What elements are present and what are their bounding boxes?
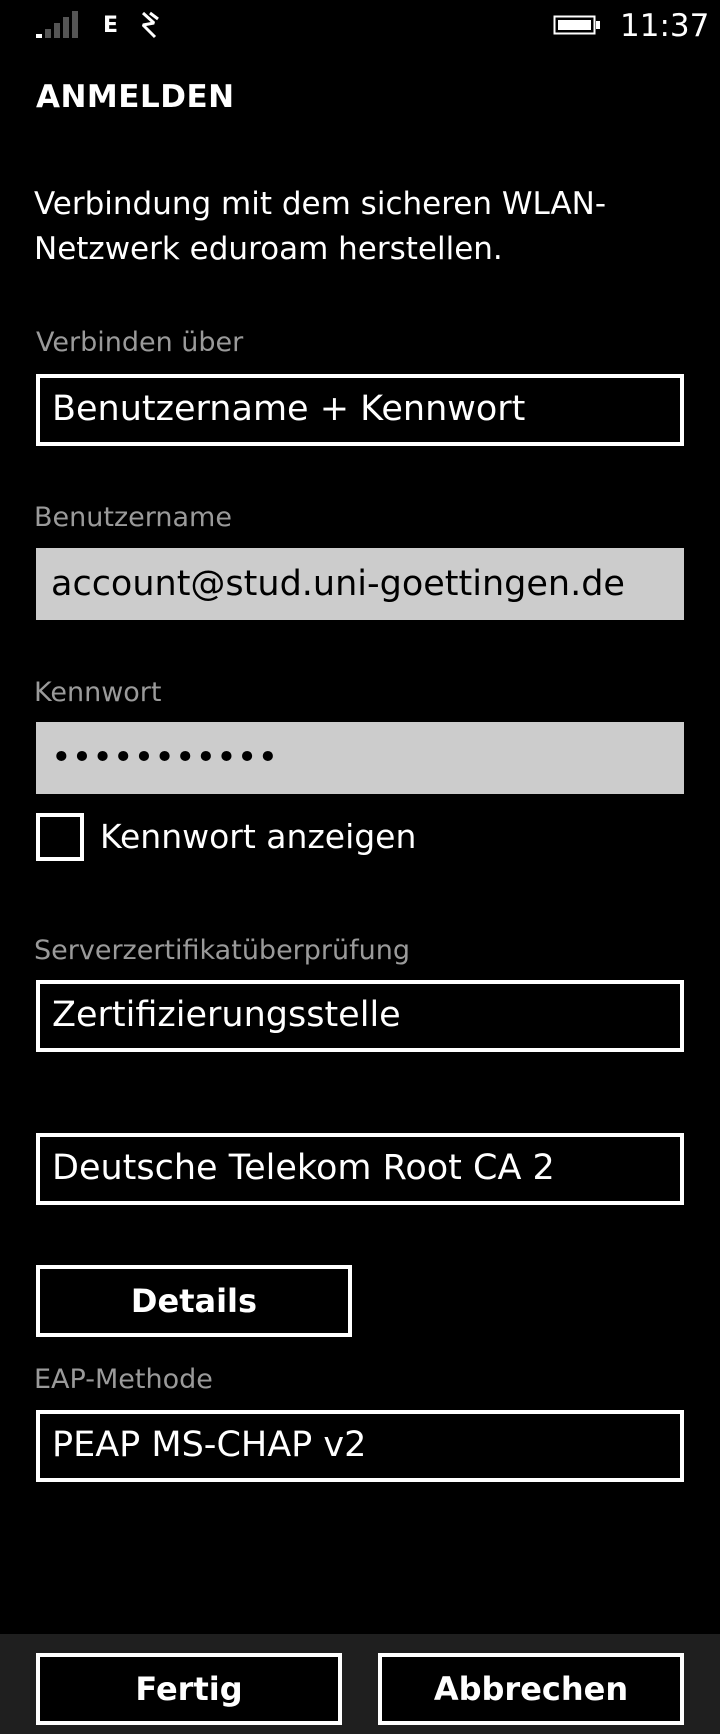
eap-method-value: PEAP MS-CHAP v2	[52, 1425, 367, 1465]
username-input[interactable]: account@stud.uni-goettingen.de	[36, 548, 684, 620]
clock: 11:37	[620, 8, 710, 44]
certificate-picker[interactable]: Deutsche Telekom Root CA 2	[36, 1133, 684, 1205]
show-password-checkbox[interactable]	[36, 813, 84, 861]
details-button[interactable]: Details	[36, 1265, 352, 1337]
page-description: Verbindung mit dem sicheren WLAN-Netzwer…	[34, 186, 607, 267]
eap-method-picker[interactable]: PEAP MS-CHAP v2	[36, 1410, 684, 1482]
status-bar: E 11:37	[0, 0, 720, 50]
eap-method-label: EAP-Methode	[34, 1364, 213, 1395]
server-cert-label: Serverzertifikatüberprüfung	[34, 935, 410, 966]
done-button[interactable]: Fertig	[36, 1653, 342, 1725]
certificate-value: Deutsche Telekom Root CA 2	[52, 1148, 555, 1188]
connect-via-picker[interactable]: Benutzername + Kennwort	[36, 374, 684, 446]
username-label: Benutzername	[34, 502, 232, 533]
wifi-calling-icon	[141, 11, 159, 39]
app-bar: Fertig Abbrechen	[0, 1634, 720, 1734]
password-input[interactable]: •••••••••••	[36, 722, 684, 794]
network-type: E	[103, 13, 119, 38]
battery-icon	[553, 15, 600, 35]
page-title: ANMELDEN	[36, 79, 235, 115]
password-label: Kennwort	[34, 677, 162, 708]
connect-via-label: Verbinden über	[36, 327, 244, 358]
connect-via-value: Benutzername + Kennwort	[52, 389, 526, 429]
signal-strength-icon	[36, 11, 78, 38]
cancel-button[interactable]: Abbrechen	[378, 1653, 684, 1725]
show-password-label[interactable]: Kennwort anzeigen	[100, 815, 416, 859]
server-cert-picker[interactable]: Zertifizierungsstelle	[36, 980, 684, 1052]
server-cert-value: Zertifizierungsstelle	[52, 995, 401, 1035]
